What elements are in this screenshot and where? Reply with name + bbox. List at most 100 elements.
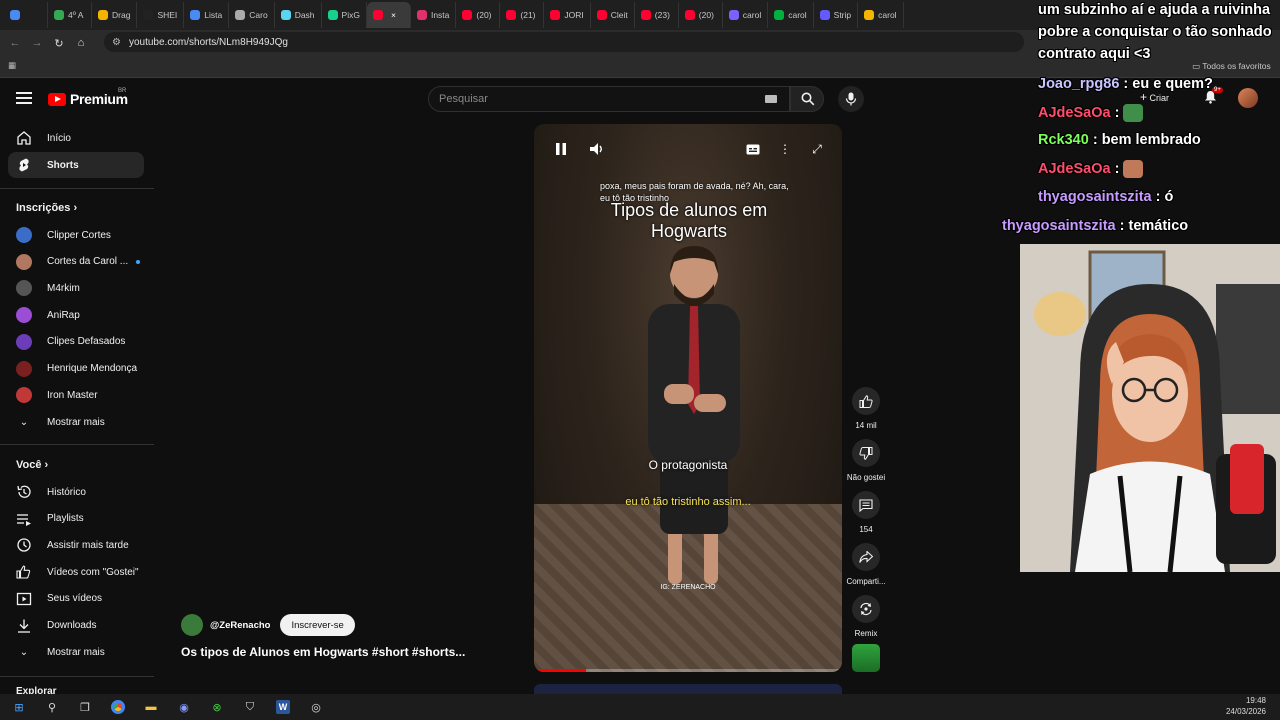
fullscreen-icon[interactable]: ⤢	[810, 142, 824, 156]
video-title[interactable]: Os tipos de Alunos em Hogwarts #short #s…	[181, 645, 465, 659]
browser-tab[interactable]: Strip	[814, 2, 859, 28]
site-info-icon[interactable]: ⚙	[112, 37, 121, 48]
browser-tab[interactable]: ×	[366, 2, 411, 28]
keyboard-icon[interactable]	[765, 95, 777, 103]
tab-label: (21)	[520, 10, 536, 20]
browser-tab[interactable]: (20)	[456, 2, 501, 28]
tab-label: SHEI	[157, 10, 178, 20]
account-avatar[interactable]	[1238, 88, 1258, 108]
sidebar-item-seus-videos[interactable]: Seus vídeos	[8, 586, 144, 612]
browser-tab[interactable]: SHEI	[137, 2, 185, 28]
subscribe-button[interactable]: Inscrever-se	[280, 614, 355, 636]
close-tab-icon[interactable]: ×	[391, 10, 396, 20]
home-browser-icon[interactable]: ⌂	[70, 37, 92, 49]
subscriptions-header[interactable]: Inscrições ›	[16, 202, 77, 214]
sidebar-channel-m4rkim[interactable]: M4rkim	[8, 275, 144, 301]
browser-tab[interactable]: carol	[768, 2, 814, 28]
sidebar-item-assistir-mais-tarde[interactable]: Assistir mais tarde	[8, 532, 144, 558]
tab-favicon-icon	[143, 10, 154, 20]
browser-tab[interactable]: (21)	[500, 2, 545, 28]
url-field[interactable]: ⚙ youtube.com/shorts/NLm8H949JQg	[104, 32, 1024, 52]
windows-start-icon[interactable]: ⊞	[10, 699, 28, 715]
system-clock[interactable]: 19:48 24/03/2026	[1226, 695, 1266, 717]
like-button[interactable]: 14 mil	[846, 387, 886, 430]
file-explorer-icon[interactable]: ▬	[142, 699, 160, 715]
back-icon[interactable]: ←	[4, 37, 26, 49]
volume-icon[interactable]	[590, 142, 604, 156]
channel-avatar	[16, 333, 32, 350]
chat-separator: :	[1110, 160, 1124, 177]
you-show-more[interactable]: ⌄ Mostrar mais	[8, 639, 144, 665]
sidebar-channel-clipper-cortes[interactable]: Clipper Cortes	[8, 222, 144, 248]
browser-tab[interactable]: Insta	[411, 2, 457, 28]
chat-text: bem lembrado	[1101, 132, 1201, 148]
tab-favicon-icon	[98, 10, 108, 20]
notifications-button[interactable]: 9+	[1204, 87, 1223, 104]
browser-tab[interactable]: PixG	[322, 2, 367, 28]
forward-icon[interactable]: →	[26, 37, 48, 49]
discord-icon[interactable]: ◉	[175, 699, 193, 715]
captions-icon[interactable]	[746, 142, 760, 156]
chat-separator: :	[1088, 132, 1102, 148]
you-header[interactable]: Você ›	[16, 459, 48, 471]
browser-tab[interactable]: JORI	[544, 2, 591, 28]
browser-tab[interactable]: Lista	[184, 2, 230, 28]
channel-avatar[interactable]	[181, 614, 203, 636]
browser-tab[interactable]: 4º A	[48, 2, 92, 28]
dislike-button[interactable]: Não gostei	[846, 439, 886, 482]
video-progress-bar[interactable]	[534, 669, 842, 672]
browser-tab[interactable]: Caro	[229, 2, 275, 28]
subscriptions-show-more[interactable]: ⌄ Mostrar mais	[8, 409, 144, 435]
youtube-logo[interactable]: Premium BR	[48, 88, 128, 107]
sidebar-item-shorts[interactable]: Shorts	[8, 152, 144, 178]
word-icon[interactable]: W	[274, 699, 292, 715]
obs-icon[interactable]: ◎	[307, 699, 325, 715]
browser-tab[interactable]: carol	[723, 2, 769, 28]
sidebar-item-videos-com-gostei[interactable]: Vídeos com "Gostei"	[8, 559, 144, 585]
reload-icon[interactable]: ↻	[48, 37, 70, 50]
channel-name[interactable]: @ZeRenacho	[210, 620, 270, 631]
search-input[interactable]: Pesquisar	[428, 86, 790, 112]
sidebar-item-inicio[interactable]: Início	[8, 125, 144, 151]
notification-badge: 9+	[1212, 87, 1223, 93]
tab-label: carol	[742, 10, 762, 20]
search-taskbar-icon[interactable]: ⚲	[43, 699, 61, 715]
pause-icon[interactable]	[554, 142, 568, 156]
browser-tab[interactable]: (20)	[679, 2, 723, 28]
sidebar-channel-cortes-da-carol[interactable]: Cortes da Carol ...	[8, 249, 144, 275]
comments-button[interactable]: 154	[846, 491, 886, 534]
remix-button[interactable]: Remix	[846, 595, 886, 638]
sidebar-channel-henrique-mendonca[interactable]: Henrique Mendonça	[8, 356, 144, 382]
browser-tab[interactable]	[4, 2, 48, 28]
chat-text: contrato aqui <3	[1038, 46, 1151, 62]
sound-channel-thumbnail[interactable]	[852, 644, 880, 672]
chrome-icon[interactable]	[109, 699, 127, 715]
tab-favicon-icon	[190, 10, 201, 20]
create-button[interactable]: + Criar	[1140, 90, 1169, 104]
browser-tab[interactable]: (23)	[635, 2, 679, 28]
browser-tab[interactable]: Dash	[275, 2, 322, 28]
next-short-preview[interactable]	[534, 684, 842, 694]
sidebar-channel-clipes-defasados[interactable]: Clipes Defasados	[8, 329, 144, 355]
sidebar-channel-iron-master[interactable]: Iron Master	[8, 382, 144, 408]
more-options-icon[interactable]: ⋮	[778, 142, 792, 156]
youtube-play-icon	[48, 92, 66, 106]
sidebar-channel-anirap[interactable]: AniRap	[8, 302, 144, 328]
menu-icon[interactable]	[16, 92, 32, 104]
browser-tab[interactable]: Drag	[92, 2, 138, 28]
share-button[interactable]: Comparti...	[846, 543, 886, 586]
voice-search-button[interactable]	[838, 86, 864, 112]
video-title-overlay: Tipos de alunos em Hogwarts	[610, 200, 768, 241]
sidebar-item-playlists[interactable]: Playlists	[8, 506, 144, 532]
apps-icon[interactable]: ▦	[8, 60, 16, 71]
sidebar-item-downloads[interactable]: Downloads	[8, 613, 144, 639]
security-icon[interactable]: ⛉	[241, 699, 259, 715]
shorts-video-player[interactable]: ⋮ ⤢ poxa, meus pais foram de avada, né? …	[534, 124, 842, 672]
xbox-icon[interactable]: ⊗	[208, 699, 226, 715]
search-button[interactable]	[790, 86, 824, 112]
browser-tab[interactable]: carol	[858, 2, 904, 28]
task-view-icon[interactable]: ❐	[76, 699, 94, 715]
browser-tab[interactable]: Cleit	[591, 2, 635, 28]
sidebar-item-historico[interactable]: Histórico	[8, 479, 144, 505]
all-bookmarks-folder[interactable]: ▭ Todos os favoritos	[1192, 61, 1271, 72]
